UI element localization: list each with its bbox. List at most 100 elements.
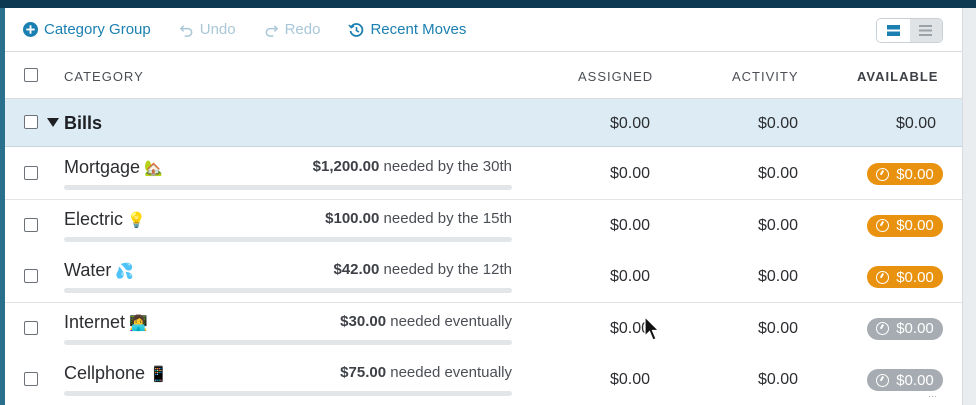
clock-icon xyxy=(876,322,890,335)
goal-text: $100.00 needed by the 15th xyxy=(325,210,512,227)
available-pill[interactable]: $0.00 xyxy=(867,163,943,185)
group-name[interactable]: Bills xyxy=(64,113,102,134)
goal-text: $30.00 needed eventually xyxy=(340,313,512,330)
category-emoji: 💦 xyxy=(115,263,135,280)
view-toggle xyxy=(876,18,943,43)
mouse-pointer-icon xyxy=(644,316,660,341)
category-emoji: 💡 xyxy=(127,211,146,229)
category-name-text: Electric xyxy=(64,208,124,229)
category-emoji: 👩‍💻 xyxy=(129,314,148,332)
category-group-label: Category Group xyxy=(44,21,151,38)
available-column-header[interactable]: AVAILABLE xyxy=(857,69,938,84)
clock-icon xyxy=(876,219,890,232)
goal-amount: $100.00 xyxy=(325,209,380,227)
category-emoji: 📱 xyxy=(149,366,168,383)
group-activity: $0.00 xyxy=(757,115,798,132)
clock-icon xyxy=(876,270,890,284)
assigned-amount[interactable]: $0.00 xyxy=(610,165,650,183)
goal-progress-bar xyxy=(64,339,512,345)
row-checkbox[interactable] xyxy=(24,217,38,232)
goal-description: needed eventually xyxy=(390,312,512,330)
group-checkbox[interactable] xyxy=(24,115,38,129)
goal-description: needed by the 30th xyxy=(383,158,512,175)
category-group-bills[interactable]: Bills $0.00 $0.00 $0.00 xyxy=(5,99,962,147)
assigned-column-header[interactable]: ASSIGNED xyxy=(578,69,653,84)
plus-circle-icon xyxy=(23,22,38,37)
recent-moves-button[interactable]: Recent Moves xyxy=(348,21,466,38)
category-name[interactable]: Mortgage 🏡 xyxy=(64,157,163,178)
top-bar xyxy=(0,0,976,8)
assigned-amount[interactable]: $0.00 xyxy=(610,268,650,286)
expanded-view-button[interactable] xyxy=(877,19,910,42)
category-row[interactable]: Water 💦 $42.00 needed by the 12th $0.00 $0.0… xyxy=(5,251,962,303)
group-available: $0.00 xyxy=(895,115,936,132)
category-name-text: Water xyxy=(64,260,112,280)
category-column-header[interactable]: CATEGORY xyxy=(64,69,144,84)
goal-progress-bar xyxy=(64,391,512,396)
clock-icon xyxy=(876,373,890,387)
compact-view-button[interactable] xyxy=(909,19,942,42)
row-checkbox[interactable] xyxy=(24,269,38,283)
watermark: ··· xyxy=(928,391,937,401)
undo-label: Undo xyxy=(199,21,236,38)
category-row[interactable]: Mortgage 🏡 $1,200.00 needed by the 30th $0.… xyxy=(5,148,962,200)
goal-progress-bar xyxy=(64,236,512,242)
category-name-text: Internet xyxy=(64,311,126,332)
scrollbar-track[interactable] xyxy=(962,8,976,405)
goal-amount: $1,200.00 xyxy=(312,158,380,175)
available-amount: $0.00 xyxy=(896,268,934,286)
assigned-amount[interactable]: $0.00 xyxy=(610,371,650,389)
goal-progress-bar xyxy=(64,185,512,190)
goal-text: $1,200.00 needed by the 30th xyxy=(313,158,512,175)
category-name[interactable]: Water 💦 xyxy=(64,260,134,281)
goal-description: needed eventually xyxy=(390,364,512,381)
activity-amount[interactable]: $0.00 xyxy=(758,217,798,235)
available-pill[interactable]: $0.00 xyxy=(867,214,943,237)
category-name-text: Cellphone xyxy=(64,363,146,383)
category-row[interactable]: Cellphone 📱 $75.00 needed eventually $0.00 $… xyxy=(5,354,962,405)
available-amount: $0.00 xyxy=(896,371,934,389)
row-checkbox[interactable] xyxy=(24,320,38,335)
category-name-text: Mortgage xyxy=(64,157,141,177)
goal-amount: $75.00 xyxy=(340,364,387,381)
budget-toolbar: Category Group Undo Redo Recent Moves xyxy=(5,8,962,52)
compact-rows-icon xyxy=(919,25,933,36)
goal-description: needed by the 12th xyxy=(383,261,512,278)
select-all-checkbox[interactable] xyxy=(24,68,38,82)
collapse-caret-icon[interactable] xyxy=(47,118,59,127)
redo-button[interactable]: Redo xyxy=(264,21,321,38)
redo-label: Redo xyxy=(284,21,321,38)
goal-text: $75.00 needed eventually xyxy=(340,364,512,381)
goal-amount: $30.00 xyxy=(340,312,387,330)
assigned-amount[interactable]: $0.00 xyxy=(610,217,650,235)
available-amount: $0.00 xyxy=(896,165,934,183)
undo-button[interactable]: Undo xyxy=(179,21,236,38)
available-pill[interactable]: $0.00 xyxy=(867,266,943,288)
row-checkbox[interactable] xyxy=(24,372,38,386)
row-checkbox[interactable] xyxy=(24,166,38,180)
category-row[interactable]: Internet 👩‍💻 $30.00 needed eventually $0.00… xyxy=(5,302,962,355)
add-category-group-button[interactable]: Category Group xyxy=(23,21,151,38)
expanded-rows-icon xyxy=(886,25,900,36)
undo-icon xyxy=(179,25,193,37)
category-name[interactable]: Cellphone 📱 xyxy=(64,363,168,384)
category-row[interactable]: Electric 💡 $100.00 needed by the 15th $0.00… xyxy=(5,199,962,252)
activity-column-header[interactable]: ACTIVITY xyxy=(732,69,799,84)
category-name[interactable]: Internet 👩‍💻 xyxy=(64,312,148,333)
activity-amount[interactable]: $0.00 xyxy=(758,268,798,286)
available-pill[interactable]: $0.00 xyxy=(867,369,943,391)
goal-progress-bar xyxy=(64,288,512,293)
history-icon xyxy=(348,22,364,37)
category-emoji: 🏡 xyxy=(144,160,163,177)
activity-amount[interactable]: $0.00 xyxy=(758,371,798,389)
goal-text: $42.00 needed by the 12th xyxy=(333,261,512,278)
clock-icon xyxy=(876,167,890,181)
table-header: CATEGORY ASSIGNED ACTIVITY AVAILABLE xyxy=(5,53,962,99)
redo-icon xyxy=(265,25,278,37)
goal-description: needed by the 15th xyxy=(383,209,512,227)
goal-amount: $42.00 xyxy=(333,261,380,278)
category-name[interactable]: Electric 💡 xyxy=(64,209,146,230)
activity-amount[interactable]: $0.00 xyxy=(758,165,798,183)
available-pill[interactable]: $0.00 xyxy=(867,317,943,340)
activity-amount[interactable]: $0.00 xyxy=(758,320,798,338)
